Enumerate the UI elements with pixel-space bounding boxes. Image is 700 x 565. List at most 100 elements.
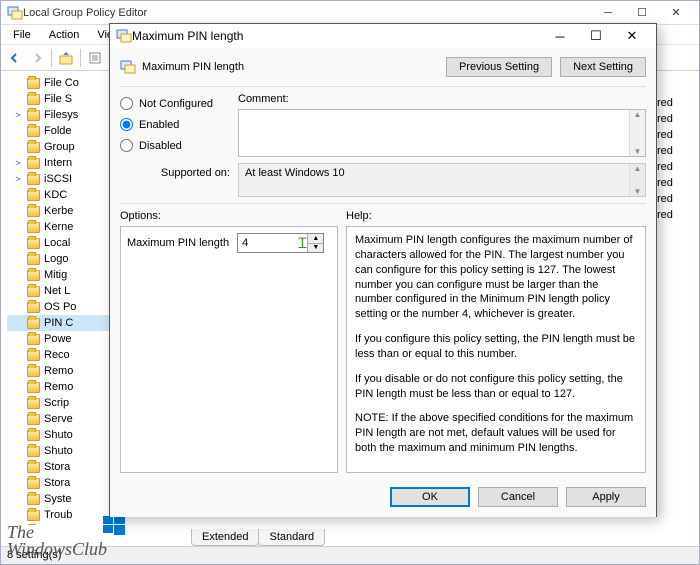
menu-file[interactable]: File — [5, 27, 39, 43]
tree-item-label: Serve — [44, 413, 73, 425]
folder-icon — [27, 126, 40, 137]
radio-not-configured[interactable]: Not Configured — [120, 97, 230, 110]
supported-box: At least Windows 10 ▲▼ — [238, 163, 646, 197]
tree-item-label: Remo — [44, 381, 73, 393]
next-setting-button[interactable]: Next Setting — [560, 57, 646, 77]
state-radios: Not Configured Enabled Disabled — [120, 93, 230, 157]
tree-item-label: Folde — [44, 125, 72, 137]
folder-icon — [27, 142, 40, 153]
options-label: Options: — [120, 210, 338, 222]
folder-icon — [27, 430, 40, 441]
maximize-button[interactable]: ☐ — [625, 3, 659, 23]
tree-item-label: Net L — [44, 285, 70, 297]
previous-setting-button[interactable]: Previous Setting — [446, 57, 552, 77]
tree-item-label: Scrip — [44, 397, 69, 409]
main-title: Local Group Policy Editor — [23, 7, 591, 19]
properties-button[interactable] — [85, 48, 105, 68]
comment-label: Comment: — [238, 93, 646, 105]
minimize-button[interactable]: ─ — [591, 3, 625, 23]
tree-item-label: Filesys — [44, 109, 78, 121]
pin-length-input[interactable] — [238, 234, 298, 252]
expand-icon[interactable]: > — [13, 110, 23, 120]
supported-scrollbar[interactable]: ▲▼ — [629, 164, 645, 196]
help-box[interactable]: Maximum PIN length configures the maximu… — [346, 226, 646, 473]
up-button[interactable] — [56, 48, 76, 68]
tab-extended[interactable]: Extended — [191, 529, 259, 546]
pin-length-spinner[interactable]: Ꮖ ▲ ▼ — [237, 233, 324, 253]
options-box: Maximum PIN length Ꮖ ▲ ▼ — [120, 226, 338, 473]
tree-item-label: Logo — [44, 253, 68, 265]
folder-icon — [27, 302, 40, 313]
apply-button[interactable]: Apply — [566, 487, 646, 507]
folder-icon — [27, 350, 40, 361]
tree-item-label: Syste — [44, 493, 72, 505]
folder-icon — [27, 94, 40, 105]
tree-item-label: Shuto — [44, 429, 73, 441]
tree-item-label: Stora — [44, 477, 70, 489]
radio-disabled[interactable]: Disabled — [120, 139, 230, 152]
tab-standard[interactable]: Standard — [258, 529, 325, 546]
ok-button[interactable]: OK — [390, 487, 470, 507]
dialog-titlebar: Maximum PIN length ─ ☐ ✕ — [110, 24, 656, 48]
folder-icon — [27, 510, 40, 521]
help-label: Help: — [346, 210, 646, 222]
close-button[interactable]: ✕ — [659, 3, 693, 23]
menu-action[interactable]: Action — [41, 27, 88, 43]
text-cursor-icon: Ꮖ — [298, 234, 307, 252]
folder-icon — [27, 478, 40, 489]
folder-icon — [27, 398, 40, 409]
folder-icon — [27, 414, 40, 425]
tree-item-label: PIN C — [44, 317, 73, 329]
app-icon — [7, 5, 23, 21]
dialog-minimize-button[interactable]: ─ — [542, 24, 578, 48]
tree-item-label: Kerbe — [44, 205, 73, 217]
option-label: Maximum PIN length — [127, 237, 229, 249]
tree-item-label: Intern — [44, 157, 72, 169]
folder-icon — [27, 366, 40, 377]
cancel-button[interactable]: Cancel — [478, 487, 558, 507]
tree-item-label: KDC — [44, 189, 67, 201]
windows-logo-icon — [103, 514, 125, 536]
tree-item-label: iSCSI — [44, 173, 72, 185]
folder-icon — [27, 494, 40, 505]
tree-item-label: Troub — [44, 509, 72, 521]
folder-icon — [27, 158, 40, 169]
tree-item-label: File Co — [44, 77, 79, 89]
folder-icon — [27, 110, 40, 121]
folder-icon — [27, 270, 40, 281]
tree-item-label: Group — [44, 141, 75, 153]
dialog-subtitle: Maximum PIN length — [142, 61, 244, 73]
tree-item-label: Reco — [44, 349, 70, 361]
tree-item-label: Local — [44, 237, 70, 249]
radio-enabled[interactable]: Enabled — [120, 118, 230, 131]
expand-icon[interactable]: > — [13, 174, 23, 184]
tree-item-label: Powe — [44, 333, 72, 345]
spinner-down-button[interactable]: ▼ — [308, 244, 323, 253]
spinner-up-button[interactable]: ▲ — [308, 234, 323, 244]
dialog-maximize-button[interactable]: ☐ — [578, 24, 614, 48]
folder-icon — [27, 174, 40, 185]
folder-icon — [27, 254, 40, 265]
supported-label: Supported on: — [120, 163, 230, 179]
tree-item-label: OS Po — [44, 301, 76, 313]
folder-icon — [27, 206, 40, 217]
expand-icon[interactable]: > — [13, 158, 23, 168]
tree-item-label: Stora — [44, 461, 70, 473]
folder-icon — [27, 238, 40, 249]
dialog-close-button[interactable]: ✕ — [614, 24, 650, 48]
main-window: Local Group Policy Editor ─ ☐ ✕ File Act… — [0, 0, 700, 565]
back-button[interactable] — [5, 48, 25, 68]
tree-item-label: Shuto — [44, 445, 73, 457]
policy-dialog: Maximum PIN length ─ ☐ ✕ Maximum PIN len… — [109, 23, 657, 517]
watermark: The WindowsClub — [7, 524, 107, 558]
comment-scrollbar[interactable]: ▲▼ — [629, 110, 645, 156]
folder-icon — [27, 334, 40, 345]
forward-button[interactable] — [27, 48, 47, 68]
folder-icon — [27, 382, 40, 393]
folder-icon — [27, 318, 40, 329]
comment-textarea[interactable]: ▲▼ — [238, 109, 646, 157]
tree-item-label: Kerne — [44, 221, 73, 233]
folder-icon — [27, 78, 40, 89]
folder-icon — [27, 286, 40, 297]
folder-icon — [27, 462, 40, 473]
